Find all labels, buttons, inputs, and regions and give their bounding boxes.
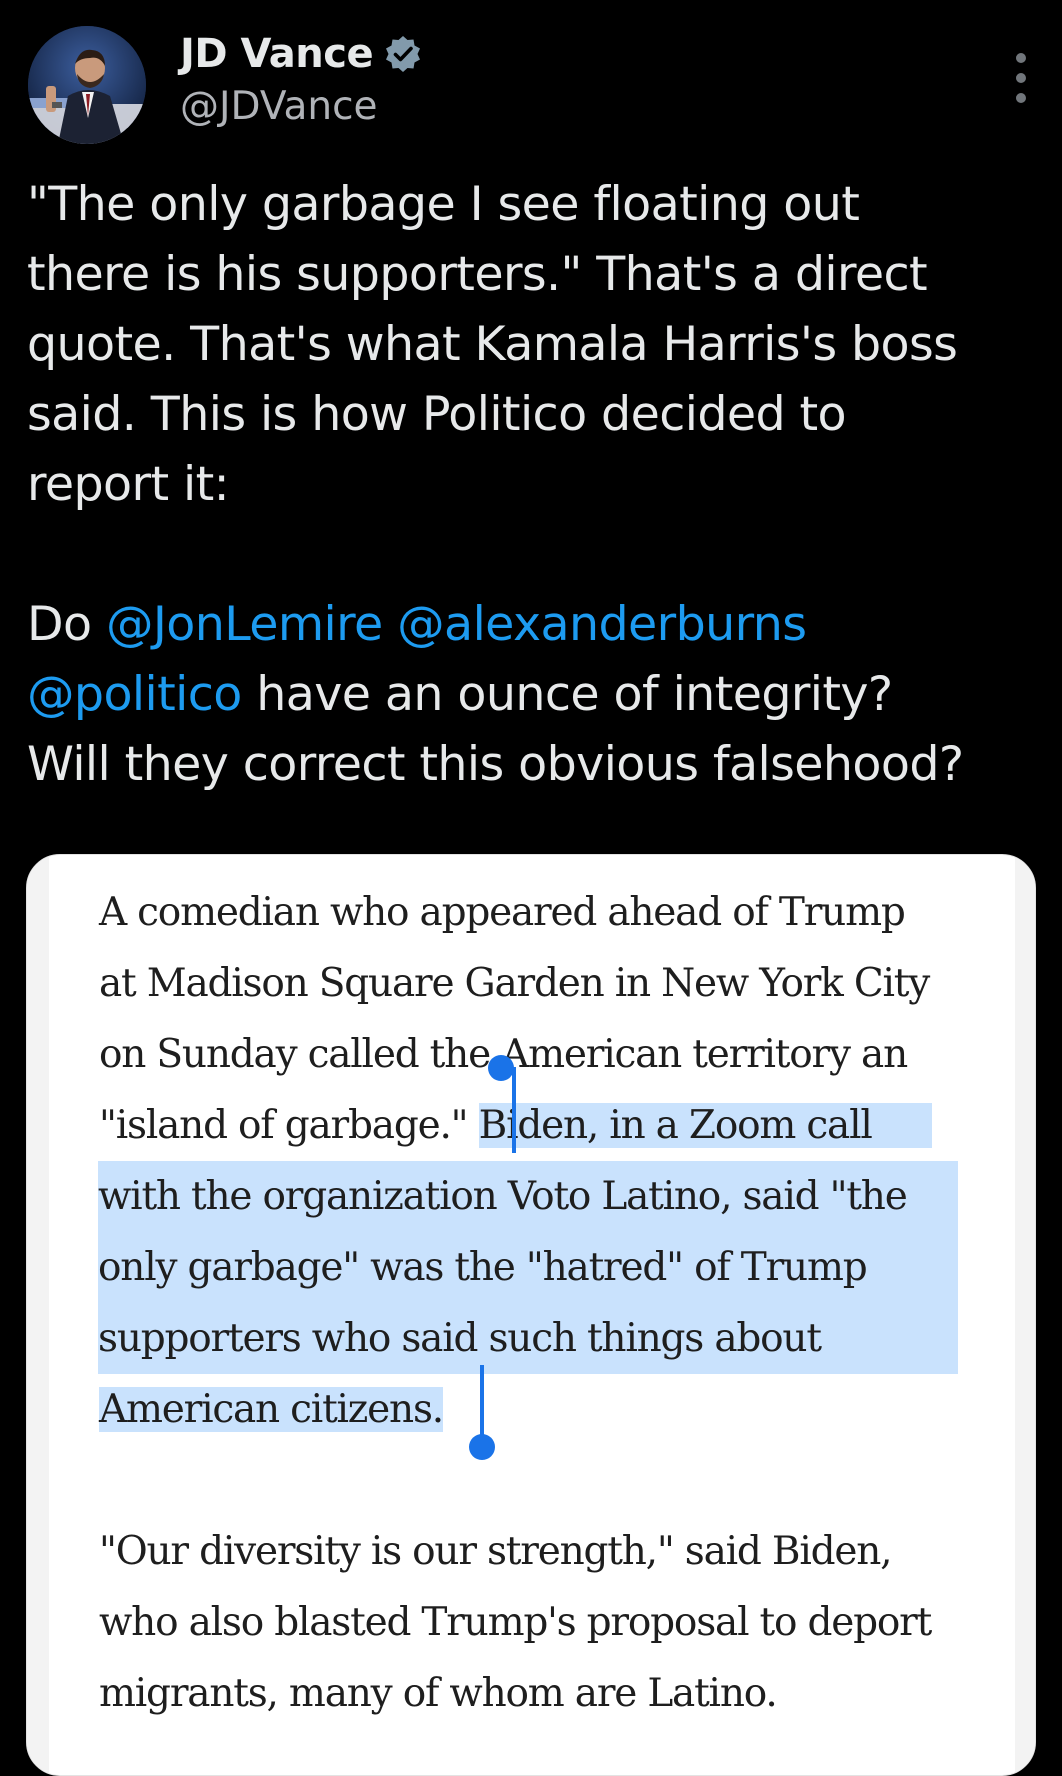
selected-text: American citizens. <box>99 1387 444 1432</box>
article-line: A comedian who appeared ahead of Trump <box>99 890 906 935</box>
avatar[interactable] <box>28 26 146 144</box>
article-line: "Our diversity is our strength," said Bi… <box>99 1529 893 1574</box>
after-mentions-text: have an ounce of integrity? <box>241 667 893 722</box>
article-text: "island of garbage." <box>99 1103 479 1148</box>
article-line: with the organization Voto Latino, said … <box>98 1161 999 1232</box>
mention-jonlemire[interactable]: @JonLemire <box>106 597 383 652</box>
article-line: migrants, many of whom are Latino. <box>99 1671 778 1716</box>
selection-start-caret <box>512 1067 516 1153</box>
article-line: "island of garbage." Biden, in a Zoom ca… <box>99 1090 999 1161</box>
tweet-line: "The only garbage I see floating out <box>27 177 860 232</box>
tweet-line: quote. That's what Kamala Harris's boss <box>27 317 958 372</box>
do-prefix: Do <box>27 597 106 652</box>
mention-politico[interactable]: @politico <box>27 667 242 722</box>
profile-photo-icon <box>28 26 146 144</box>
tweet-text: "The only garbage I see floating out the… <box>27 170 1037 800</box>
mention-alexanderburns[interactable]: @alexanderburns <box>397 597 807 652</box>
article-excerpt: A comedian who appeared ahead of Trump a… <box>98 877 999 1729</box>
selection-start-handle[interactable] <box>488 1055 514 1081</box>
selected-text: supporters who said such things about <box>98 1303 958 1374</box>
attached-screenshot[interactable]: A comedian who appeared ahead of Trump a… <box>26 854 1036 1776</box>
tweet-line: said. This is how Politico decided to <box>27 387 847 442</box>
selection-end-handle[interactable] <box>469 1434 495 1460</box>
selected-text: Biden, in a Zoom call <box>478 1103 932 1148</box>
article-line: American citizens. <box>99 1374 999 1445</box>
article-paragraph-2: "Our diversity is our strength," said Bi… <box>99 1516 999 1729</box>
article-line: supporters who said such things about <box>98 1303 999 1374</box>
tweet-line: @politico have an ounce of integrity? <box>27 660 1037 730</box>
author-handle[interactable]: @JDVance <box>180 84 423 129</box>
selected-text: only garbage" was the "hatred" of Trump <box>98 1232 958 1303</box>
author-names: JD Vance @JDVance <box>180 28 423 129</box>
article-line: on Sunday called the American territory … <box>99 1032 908 1077</box>
verified-badge-icon <box>383 34 423 74</box>
display-name-row: JD Vance <box>180 28 423 80</box>
tweet-line: Will they correct this obvious falsehood… <box>27 737 964 792</box>
tweet-line: Do @JonLemire @alexanderburns <box>27 590 1037 660</box>
article-line: only garbage" was the "hatred" of Trump <box>98 1232 999 1303</box>
selected-text: with the organization Voto Latino, said … <box>98 1161 958 1232</box>
article-line: who also blasted Trump's proposal to dep… <box>99 1600 932 1645</box>
article-paragraph-1: A comedian who appeared ahead of Trump a… <box>98 877 999 1445</box>
tweet-header: JD Vance @JDVance <box>28 26 1038 146</box>
tweet-paragraph-2: Do @JonLemire @alexanderburns @politico … <box>27 590 1037 800</box>
tweet-line: report it: <box>27 457 230 512</box>
article-line: at Madison Square Garden in New York Cit… <box>99 961 930 1006</box>
tweet-line: there is his supporters." That's a direc… <box>27 247 928 302</box>
more-options-icon[interactable] <box>1004 48 1038 108</box>
display-name[interactable]: JD Vance <box>180 31 374 77</box>
tweet-paragraph-1: "The only garbage I see floating out the… <box>27 170 1037 520</box>
selection-end-caret <box>480 1365 484 1441</box>
